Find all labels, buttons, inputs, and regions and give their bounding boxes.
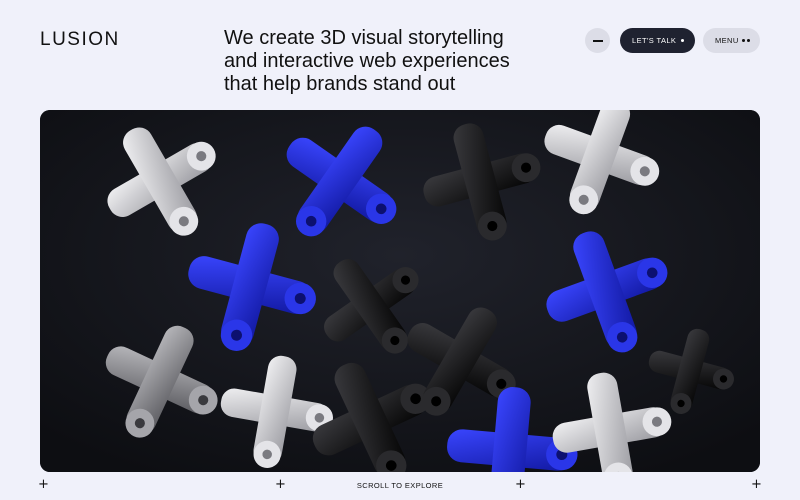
tagline-line-2: and interactive web experiences (224, 50, 510, 72)
plus-icon: + (515, 477, 526, 492)
tagline-line-3: that help brands stand out (224, 73, 456, 95)
menu-button[interactable]: MENU (703, 28, 760, 53)
plus-icon: + (38, 477, 49, 492)
tagline-line-1: We create 3D visual storytelling (224, 27, 504, 49)
menu-label: MENU (715, 36, 739, 45)
scroll-to-explore[interactable]: SCROLL TO EXPLORE (340, 481, 460, 490)
hero-visual (40, 110, 760, 472)
page: LUSION We create 3D visual storytelling … (0, 0, 800, 500)
logo[interactable]: LUSION (40, 29, 120, 51)
hero-3d-scene (40, 110, 760, 472)
minimize-button[interactable] (585, 28, 610, 53)
lets-talk-button[interactable]: LET'S TALK (620, 28, 695, 53)
plus-icon: + (751, 477, 762, 492)
two-dots-icon (742, 39, 750, 42)
plus-icon: + (275, 477, 286, 492)
dot-icon (681, 39, 684, 42)
bottom-bar: + + SCROLL TO EXPLORE + + (0, 476, 800, 496)
lets-talk-label: LET'S TALK (632, 36, 677, 45)
hero-tagline: We create 3D visual storytelling and int… (224, 27, 544, 96)
minus-icon (592, 39, 603, 42)
